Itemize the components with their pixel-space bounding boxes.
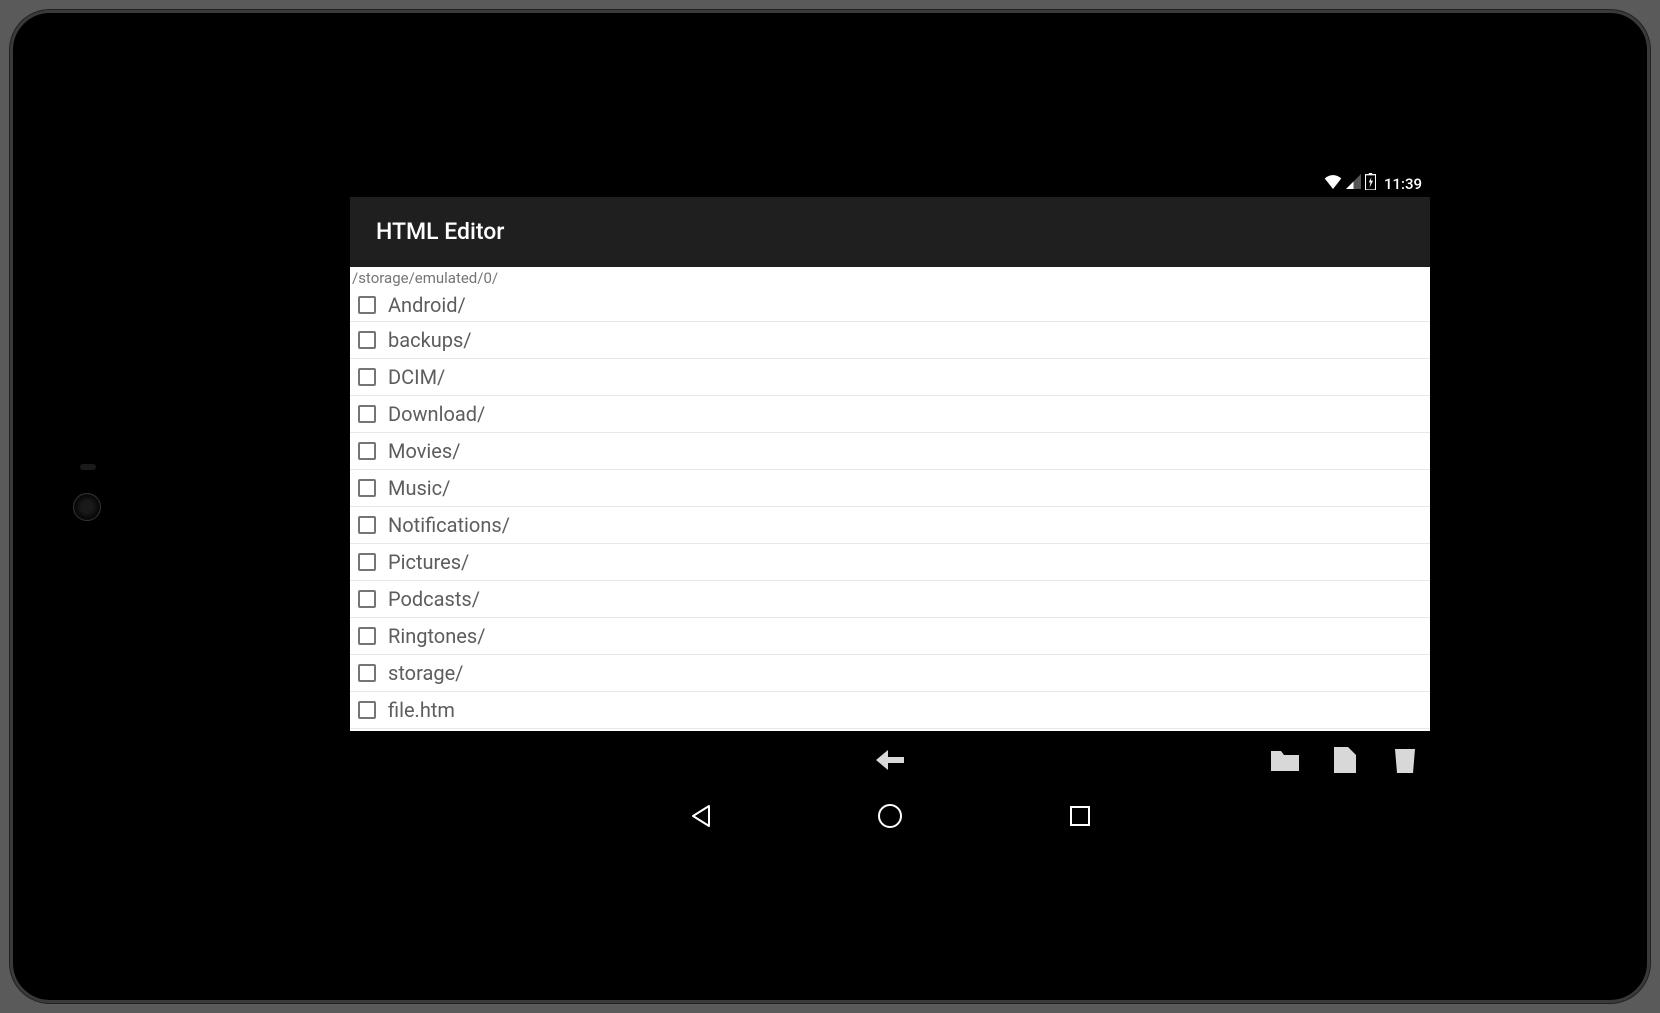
file-row[interactable]: backups/ [350, 322, 1430, 359]
file-row[interactable]: DCIM/ [350, 359, 1430, 396]
file-checkbox[interactable] [358, 553, 376, 571]
file-name-label: file.htm [388, 698, 455, 722]
navigation-bar [350, 789, 1430, 843]
new-folder-button[interactable] [1270, 745, 1300, 775]
tablet-camera [73, 493, 101, 521]
file-checkbox[interactable] [358, 442, 376, 460]
battery-charging-icon [1365, 173, 1376, 194]
file-name-label: Download/ [388, 402, 485, 426]
tablet-frame: 11:39 HTML Editor /storage/emulated/0/ A… [10, 10, 1650, 1003]
nav-recent-button[interactable] [1060, 796, 1100, 836]
file-name-label: Pictures/ [388, 550, 469, 574]
app-bar: HTML Editor [350, 197, 1430, 267]
file-name-label: Movies/ [388, 439, 460, 463]
file-row[interactable]: storage/ [350, 655, 1430, 692]
file-name-label: Ringtones/ [388, 624, 485, 648]
status-time: 11:39 [1384, 175, 1422, 193]
back-arrow-button[interactable] [875, 745, 905, 775]
file-row[interactable]: Podcasts/ [350, 581, 1430, 618]
nav-home-button[interactable] [870, 796, 910, 836]
app-title: HTML Editor [376, 218, 504, 245]
file-checkbox[interactable] [358, 331, 376, 349]
file-checkbox[interactable] [358, 405, 376, 423]
file-name-label: storage/ [388, 661, 463, 685]
file-row[interactable]: Music/ [350, 470, 1430, 507]
bottom-toolbar [350, 731, 1430, 789]
current-path: /storage/emulated/0/ [350, 267, 1430, 289]
file-checkbox[interactable] [358, 701, 376, 719]
file-checkbox[interactable] [358, 296, 376, 314]
file-checkbox[interactable] [358, 479, 376, 497]
delete-button[interactable] [1390, 745, 1420, 775]
cellular-icon [1346, 174, 1361, 193]
content-area: /storage/emulated/0/ Android/backups/DCI… [350, 267, 1430, 731]
file-checkbox[interactable] [358, 368, 376, 386]
file-checkbox[interactable] [358, 664, 376, 682]
wifi-icon [1324, 174, 1342, 193]
file-name-label: backups/ [388, 328, 472, 352]
file-checkbox[interactable] [358, 516, 376, 534]
file-name-label: DCIM/ [388, 365, 445, 389]
file-row[interactable]: file.htm [350, 692, 1430, 729]
file-checkbox[interactable] [358, 627, 376, 645]
file-name-label: Music/ [388, 476, 450, 500]
file-row[interactable]: Pictures/ [350, 544, 1430, 581]
file-row[interactable]: Notifications/ [350, 507, 1430, 544]
device-screen: 11:39 HTML Editor /storage/emulated/0/ A… [350, 171, 1430, 843]
file-row[interactable]: Android/ [350, 288, 1430, 322]
file-list[interactable]: Android/backups/DCIM/Download/Movies/Mus… [350, 288, 1430, 731]
file-row[interactable]: Download/ [350, 396, 1430, 433]
file-name-label: Podcasts/ [388, 587, 480, 611]
status-bar: 11:39 [350, 171, 1430, 197]
new-file-button[interactable] [1330, 745, 1360, 775]
file-row[interactable]: Ringtones/ [350, 618, 1430, 655]
file-name-label: Android/ [388, 293, 466, 317]
file-checkbox[interactable] [358, 590, 376, 608]
file-name-label: Notifications/ [388, 513, 510, 537]
nav-back-button[interactable] [680, 796, 720, 836]
file-row[interactable]: Movies/ [350, 433, 1430, 470]
